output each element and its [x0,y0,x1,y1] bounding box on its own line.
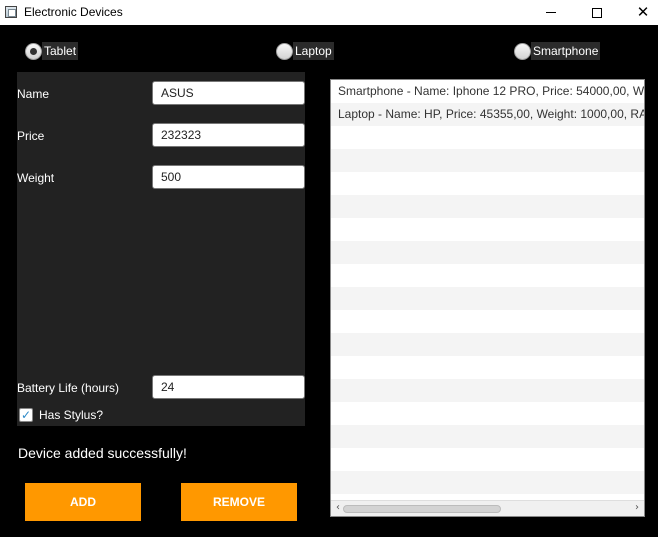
empty-list-row [331,425,644,448]
electronic-devices-window: Electronic Devices ✕ Tablet Laptop Smart… [0,0,658,537]
has-stylus-row[interactable]: ✓ Has Stylus? [19,408,103,422]
empty-list-row [331,172,644,195]
device-list[interactable]: Smartphone - Name: Iphone 12 PRO, Price:… [330,79,645,517]
empty-list-row [331,264,644,287]
tablet-radio-button[interactable] [25,42,42,60]
maximize-button[interactable] [574,0,620,25]
add-button[interactable]: ADD [25,483,141,521]
maximize-icon [592,7,602,18]
name-field[interactable]: ASUS [152,81,305,105]
window-icon [5,6,17,18]
empty-list-row [331,448,644,471]
empty-list-row [331,471,644,494]
minimize-button[interactable] [528,0,574,25]
empty-list-row [331,356,644,379]
minimize-icon [546,12,556,13]
scroll-right-icon[interactable]: › [632,503,642,513]
empty-list-row [331,195,644,218]
radio-option-laptop[interactable]: Laptop [276,40,334,62]
horizontal-scrollbar[interactable]: ‹ › [331,500,644,516]
laptop-radio-button[interactable] [276,42,293,60]
battery-life-field[interactable]: 24 [152,375,305,399]
tablet-radio-label[interactable]: Tablet [42,42,79,60]
empty-list-row [331,149,644,172]
battery-life-label: Battery Life (hours) [17,381,120,395]
empty-list-row [331,218,644,241]
has-stylus-label[interactable]: Has Stylus? [39,408,103,422]
list-item[interactable]: Laptop - Name: HP, Price: 45355,00, Weig… [331,103,644,126]
empty-list-row [331,310,644,333]
title-bar[interactable]: Electronic Devices ✕ [0,0,658,25]
weight-label: Weight [17,171,55,185]
laptop-radio-label[interactable]: Laptop [293,42,334,60]
close-button[interactable]: ✕ [620,0,658,25]
weight-field[interactable]: 500 [152,165,305,189]
remove-button[interactable]: REMOVE [181,483,297,521]
smartphone-radio-label[interactable]: Smartphone [531,42,601,60]
empty-list-row [331,379,644,402]
close-icon: ✕ [636,2,650,21]
price-field[interactable]: 232323 [152,123,305,147]
window-title: Electronic Devices [24,5,123,19]
empty-list-row [331,402,644,425]
device-form-panel: Name ASUS Price 232323 Weight 500 Batter… [17,72,305,426]
status-message: Device added successfully! [18,445,187,461]
empty-list-row [331,126,644,149]
empty-list-row [331,241,644,264]
has-stylus-checkbox[interactable]: ✓ [19,408,33,422]
scroll-left-icon[interactable]: ‹ [333,503,343,513]
name-label: Name [17,87,50,101]
empty-list-row [331,287,644,310]
horizontal-scroll-thumb[interactable] [343,505,501,513]
radio-option-smartphone[interactable]: Smartphone [514,40,601,62]
radio-option-tablet[interactable]: Tablet [25,40,79,62]
list-item[interactable]: Smartphone - Name: Iphone 12 PRO, Price:… [331,80,644,103]
price-label: Price [17,129,45,143]
smartphone-radio-button[interactable] [514,42,531,60]
empty-list-row [331,333,644,356]
